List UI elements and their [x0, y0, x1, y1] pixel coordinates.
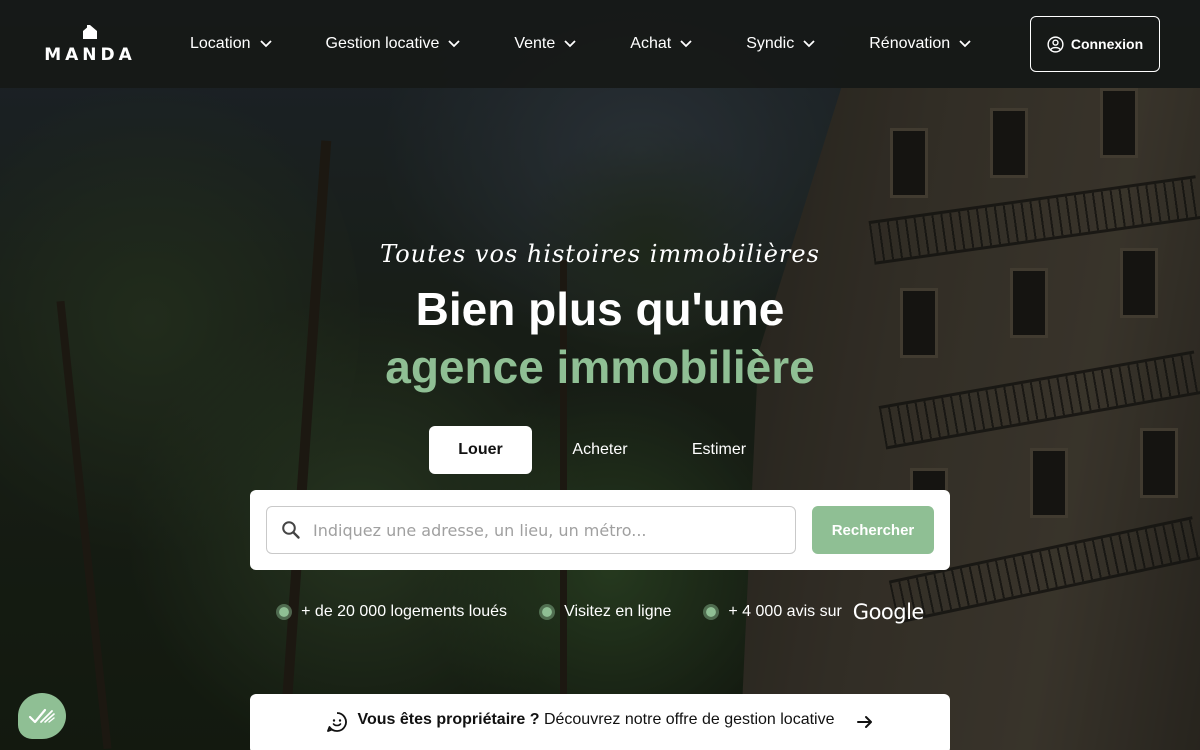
search-field[interactable]: [266, 506, 796, 554]
arrow-right-icon: [857, 716, 873, 728]
features-row: + de 20 000 logements loués Visitez en l…: [0, 600, 1200, 624]
owner-offer-banner[interactable]: Vous êtes propriétaire ? Découvrez notre…: [250, 694, 950, 750]
chevron-down-icon: [680, 40, 692, 48]
chevron-down-icon: [564, 40, 576, 48]
tab-estimer[interactable]: Estimer: [668, 426, 770, 474]
logo-text: MANDA: [44, 45, 136, 65]
nav-item-location[interactable]: Location: [190, 35, 272, 53]
owner-banner-rest: Découvrez notre offre de gestion locativ…: [539, 711, 835, 728]
hero-tagline: Toutes vos histoires immobilières: [380, 240, 820, 268]
chevron-down-icon: [959, 40, 971, 48]
bullet-dot-icon: [539, 604, 556, 620]
search-card: Rechercher: [250, 490, 950, 570]
feature-item: + de 20 000 logements loués: [276, 603, 507, 621]
login-button[interactable]: Connexion: [1030, 16, 1160, 72]
nav-item-label: Gestion locative: [325, 35, 440, 52]
hero-headline: Bien plus qu'une agence immobilière: [0, 280, 1200, 396]
chevron-down-icon: [803, 40, 815, 48]
logo[interactable]: MANDA: [40, 24, 140, 66]
feature-text: Visitez en ligne: [564, 603, 672, 620]
main-nav: Location Gestion locative Vente Achat Sy…: [190, 0, 971, 88]
feature-item: + 4 000 avis sur Google: [703, 600, 925, 624]
feature-text: + de 20 000 logements loués: [301, 603, 508, 620]
chevron-down-icon: [259, 40, 272, 48]
headline-line-2: agence immobilière: [385, 341, 815, 393]
search-button[interactable]: Rechercher: [812, 506, 934, 554]
search-input[interactable]: [313, 520, 773, 540]
tab-acheter[interactable]: Acheter: [532, 426, 668, 474]
chevron-down-icon: [448, 40, 460, 48]
nav-item-label: Vente: [514, 35, 556, 52]
feature-item: Visitez en ligne: [539, 603, 671, 621]
login-label: Connexion: [1070, 36, 1144, 52]
google-logo[interactable]: Google: [853, 600, 925, 624]
nav-item-label: Location: [190, 35, 251, 52]
nav-item-label: Achat: [630, 35, 672, 52]
owner-banner-text: Vous êtes propriétaire ? Découvrez notre…: [358, 711, 835, 729]
user-circle-icon: [1047, 35, 1064, 53]
nav-item-vente[interactable]: Vente: [514, 35, 576, 53]
feature-text: + 4 000 avis sur: [728, 603, 842, 620]
checkmarks-icon: [28, 708, 55, 724]
nav-item-gestion-locative[interactable]: Gestion locative: [326, 35, 461, 53]
search-icon: [282, 521, 300, 539]
tab-louer[interactable]: Louer: [429, 426, 532, 474]
nav-item-syndic[interactable]: Syndic: [746, 35, 815, 53]
nav-item-renovation[interactable]: Rénovation: [869, 35, 971, 53]
bullet-dot-icon: [276, 604, 293, 620]
headline-line-1: Bien plus qu'une: [415, 283, 785, 335]
nav-item-label: Rénovation: [869, 35, 951, 52]
owner-banner-bold: Vous êtes propriétaire ?: [357, 711, 540, 728]
nav-item-label: Syndic: [746, 35, 795, 52]
search-mode-tabs: Louer Acheter Estimer: [429, 426, 770, 474]
site-header: MANDA Location Gestion locative Vente Ac…: [0, 0, 1200, 88]
nav-item-achat[interactable]: Achat: [630, 35, 692, 53]
bullet-dot-icon: [703, 604, 720, 620]
floating-widget-button[interactable]: [18, 693, 66, 739]
house-icon: [83, 25, 97, 39]
smiley-icon: [326, 712, 347, 732]
